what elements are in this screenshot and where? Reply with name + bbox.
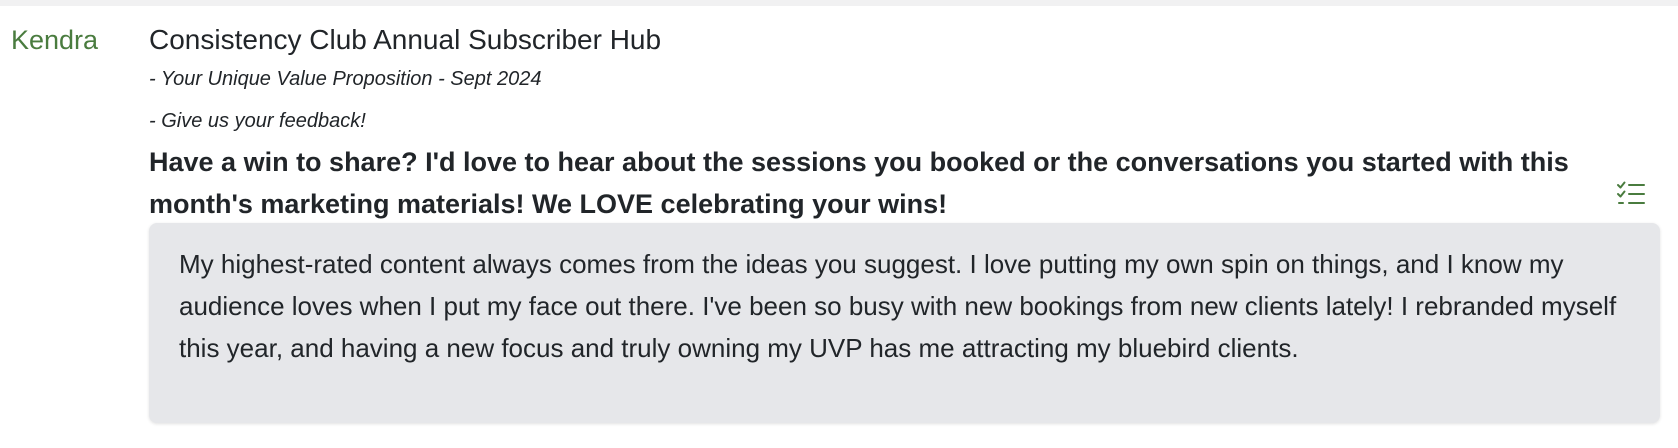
answer-response: My highest-rated content always comes fr… <box>149 223 1660 423</box>
author-name[interactable]: Kendra <box>11 20 98 60</box>
uvp-link[interactable]: - Your Unique Value Proposition - Sept 2… <box>149 64 541 94</box>
post-row: Kendra Consistency Club Annual Subscribe… <box>0 6 1678 448</box>
question-text: Have a win to share? I'd love to hear ab… <box>149 147 1569 219</box>
feedback-link[interactable]: - Give us your feedback! <box>149 106 366 136</box>
checklist-icon[interactable] <box>1616 181 1646 207</box>
post-title: Consistency Club Annual Subscriber Hub <box>149 24 662 55</box>
